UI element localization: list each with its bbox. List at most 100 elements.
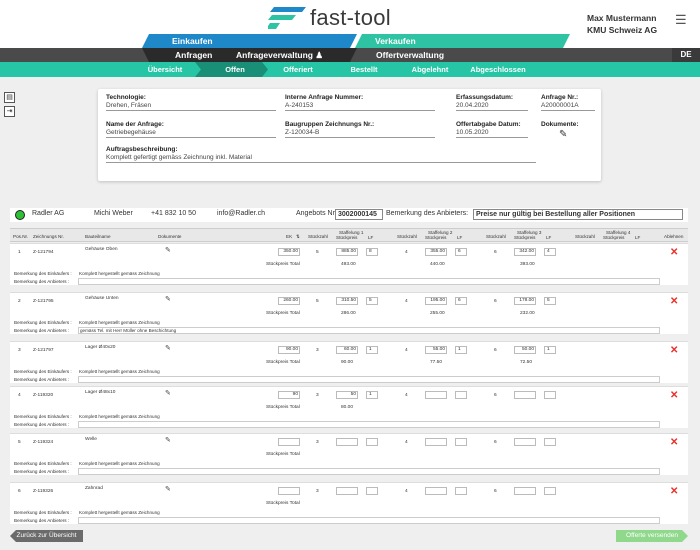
- input-stueckpreis-3[interactable]: [514, 487, 536, 495]
- document-list-icon[interactable]: ▤: [4, 92, 15, 103]
- input-stueckpreis-1[interactable]: [336, 487, 358, 495]
- anbieter-remark-input[interactable]: [78, 376, 660, 383]
- field-beschreibung: Auftragsbeschreibung: Komplett gefertigt…: [106, 146, 536, 163]
- input-lf-1[interactable]: 1: [366, 346, 378, 354]
- input-stueckpreis-1[interactable]: 885.00: [336, 248, 358, 256]
- input-ek[interactable]: 350.00: [278, 248, 300, 256]
- input-lf-3[interactable]: 1: [544, 346, 556, 354]
- input-stueckpreis-1[interactable]: 50: [336, 391, 358, 399]
- input-lf-1[interactable]: 5: [366, 297, 378, 305]
- table-row: 6 Z-119326 Zahnrad ✎ 3 4 6 ✕ Stückpreis Total Bem…: [10, 482, 688, 524]
- logo[interactable]: fast-tool: [268, 5, 391, 30]
- document-edit-icon[interactable]: ✎: [165, 246, 171, 254]
- input-stueckpreis-3[interactable]: [514, 391, 536, 399]
- cell-zeichnung: Z-119326: [33, 489, 54, 494]
- reject-icon[interactable]: ✕: [670, 248, 678, 258]
- reject-icon[interactable]: ✕: [670, 391, 678, 401]
- input-stueckpreis-2[interactable]: [425, 438, 447, 446]
- angebots-input[interactable]: 3002000145: [335, 209, 383, 220]
- input-lf-3[interactable]: 4: [544, 248, 556, 256]
- input-lf-1[interactable]: 8: [366, 248, 378, 256]
- label-bem-einkaeufer: Bemerkung des Einkäufers :: [14, 414, 72, 419]
- user-info[interactable]: Max Mustermann KMU Schweiz AG: [587, 12, 657, 36]
- input-lf-3[interactable]: [544, 487, 556, 495]
- cell-stueckzahl-3: 6: [494, 348, 497, 353]
- input-lf-3[interactable]: [544, 391, 556, 399]
- reject-icon[interactable]: ✕: [670, 297, 678, 307]
- document-edit-icon[interactable]: ✎: [559, 129, 595, 140]
- input-lf-2[interactable]: [455, 487, 467, 495]
- input-ek[interactable]: 260.00: [278, 297, 300, 305]
- input-ek[interactable]: 90: [278, 391, 300, 399]
- nav-offertverwaltung[interactable]: Offertverwaltung: [376, 50, 444, 60]
- tab-bestellt[interactable]: Bestellt: [326, 62, 402, 77]
- nav-einkaufen[interactable]: Einkaufen: [142, 34, 357, 48]
- cell-zeichnung: Z-121795: [33, 299, 54, 304]
- bemerkung-input[interactable]: Preise nur gültig bei Bestellung aller P…: [473, 209, 683, 220]
- document-edit-icon[interactable]: ✎: [165, 295, 171, 303]
- th-lf-3: LF: [546, 235, 552, 240]
- input-stueckpreis-3[interactable]: 178.00: [514, 297, 536, 305]
- input-stueckpreis-2[interactable]: 195.00: [425, 297, 447, 305]
- input-lf-2[interactable]: 6: [455, 297, 467, 305]
- cell-pos: 5: [18, 440, 21, 445]
- input-ek[interactable]: [278, 487, 300, 495]
- input-lf-3[interactable]: [544, 438, 556, 446]
- th-lf-4: LF: [635, 235, 641, 240]
- table-row: 5 Z-119324 Welle ✎ 3 4 6 ✕ Stückpreis Total Bemer…: [10, 433, 688, 475]
- input-stueckpreis-2[interactable]: 55.00: [425, 346, 447, 354]
- tab-abgeschlossen[interactable]: Abgeschlossen: [458, 62, 538, 77]
- cell-bem-anbieter: gemäss Tel. mit Herr Müller ohne Beschic…: [80, 328, 177, 333]
- anbieter-remark-input[interactable]: [78, 421, 660, 428]
- input-lf-2[interactable]: [455, 438, 467, 446]
- value-erfassung: 20.04.2020: [456, 102, 528, 111]
- th-stueckzahl-3: Stückzahl: [486, 234, 506, 239]
- supplier-email[interactable]: info@Radler.ch: [217, 210, 265, 217]
- document-edit-icon[interactable]: ✎: [165, 389, 171, 397]
- nav-verkaufen[interactable]: Verkaufen: [355, 34, 570, 48]
- input-ek[interactable]: [278, 438, 300, 446]
- input-stueckpreis-2[interactable]: 355.00: [425, 248, 447, 256]
- tab-abgelehnt[interactable]: Abgelehnt: [390, 62, 470, 77]
- input-stueckpreis-3[interactable]: [514, 438, 536, 446]
- input-stueckpreis-1[interactable]: 310.50: [336, 297, 358, 305]
- sort-icon[interactable]: ⇅: [296, 234, 300, 240]
- nav-anfrageverwaltung[interactable]: Anfrageverwaltung ♟: [236, 50, 323, 61]
- anbieter-remark-input[interactable]: [78, 278, 660, 285]
- language-selector[interactable]: DE: [672, 48, 700, 62]
- input-lf-2[interactable]: 1: [455, 346, 467, 354]
- input-lf-3[interactable]: 5: [544, 297, 556, 305]
- input-lf-1[interactable]: [366, 438, 378, 446]
- anbieter-remark-input[interactable]: [78, 517, 660, 524]
- back-button[interactable]: Zurück zur Übersicht: [10, 530, 83, 542]
- cell-bem-einkaeufer: Komplett hergestellt gemäss Zeichnung: [79, 461, 160, 466]
- tab-uebersicht[interactable]: Übersicht: [130, 62, 200, 77]
- reject-icon[interactable]: ✕: [670, 487, 678, 497]
- logo-text: fast-tool: [310, 5, 391, 30]
- menu-icon[interactable]: ☰: [675, 12, 687, 28]
- send-offer-button[interactable]: Offerte versenden: [616, 530, 688, 542]
- input-lf-1[interactable]: 1: [366, 391, 378, 399]
- cell-pos: 1: [18, 250, 21, 255]
- reject-icon[interactable]: ✕: [670, 438, 678, 448]
- input-ek[interactable]: 90.00: [278, 346, 300, 354]
- tab-offeriert[interactable]: Offeriert: [262, 62, 334, 77]
- document-edit-icon[interactable]: ✎: [165, 344, 171, 352]
- cell-stueckzahl-3: 6: [494, 440, 497, 445]
- reject-icon[interactable]: ✕: [670, 346, 678, 356]
- export-icon[interactable]: ⇥: [4, 106, 15, 117]
- input-stueckpreis-3[interactable]: 50.00: [514, 346, 536, 354]
- document-edit-icon[interactable]: ✎: [165, 436, 171, 444]
- tab-offen[interactable]: Offen: [195, 62, 275, 77]
- input-stueckpreis-2[interactable]: [425, 391, 447, 399]
- input-stueckpreis-2[interactable]: [425, 487, 447, 495]
- nav-anfragen[interactable]: Anfragen: [175, 50, 212, 60]
- anbieter-remark-input[interactable]: [78, 468, 660, 475]
- input-lf-1[interactable]: [366, 487, 378, 495]
- document-edit-icon[interactable]: ✎: [165, 485, 171, 493]
- input-lf-2[interactable]: [455, 391, 467, 399]
- input-lf-2[interactable]: 6: [455, 248, 467, 256]
- input-stueckpreis-1[interactable]: 60.00: [336, 346, 358, 354]
- input-stueckpreis-1[interactable]: [336, 438, 358, 446]
- input-stueckpreis-3[interactable]: 342.00: [514, 248, 536, 256]
